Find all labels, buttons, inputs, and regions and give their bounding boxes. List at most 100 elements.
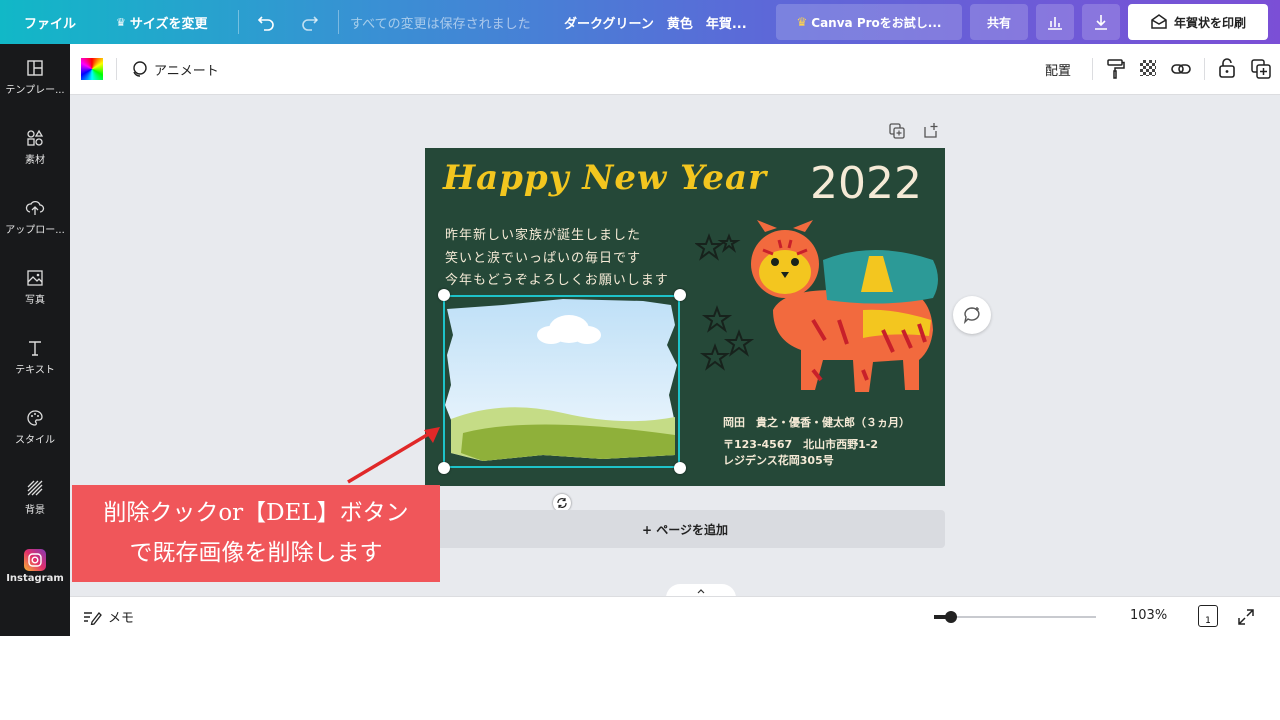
share-button[interactable]: 共有: [970, 4, 1028, 40]
sidebar: テンプレー... 素材 アップロー... 写真 テキスト スタイル 背景 Ins…: [0, 44, 70, 636]
divider: [1204, 58, 1205, 80]
color-picker-button[interactable]: [81, 58, 103, 80]
palette-icon: [24, 407, 46, 429]
lock-icon: [1219, 58, 1235, 78]
duplicate-page-icon: [889, 123, 905, 139]
add-page-button[interactable]: + ページを追加: [425, 510, 945, 548]
add-comment-button[interactable]: [953, 296, 991, 334]
tiger-illustration: [751, 220, 938, 392]
selection-box: [443, 295, 680, 468]
text-icon: [24, 337, 46, 359]
instruction-callout: 削除クックor【DEL】ボタン で既存画像を削除します: [72, 485, 440, 582]
sidebar-item-templates[interactable]: テンプレー...: [0, 46, 70, 106]
resize-handle[interactable]: [674, 462, 686, 474]
sidebar-item-label: 素材: [25, 154, 45, 166]
divider: [116, 58, 117, 80]
paint-roller-icon: [1107, 59, 1125, 79]
save-status-text: すべての変更は保存されました: [350, 16, 531, 32]
try-pro-button[interactable]: ♛ Canva Proをお試し...: [776, 4, 962, 40]
print-card-button[interactable]: 年賀状を印刷: [1128, 4, 1268, 40]
undo-button[interactable]: [256, 0, 276, 44]
sidebar-item-styles[interactable]: スタイル: [0, 396, 70, 456]
annotation-arrow: [347, 427, 440, 484]
sidebar-item-label: 写真: [25, 294, 45, 306]
page-count-label: 1: [1205, 616, 1211, 626]
comment-icon: [963, 307, 980, 325]
callout-line: で既存画像を削除します: [129, 540, 383, 566]
building-address[interactable]: レジデンス花岡305号: [723, 452, 834, 468]
notes-icon: [84, 611, 102, 625]
crown-icon: ♛: [796, 15, 808, 29]
add-page-label: + ページを追加: [642, 522, 728, 537]
arrange-label: 配置: [1045, 63, 1072, 79]
elements-icon: [24, 127, 46, 149]
message-line[interactable]: 今年もどうぞよろしくお願いします: [445, 269, 669, 288]
paint-format-button[interactable]: [1106, 58, 1126, 84]
fullscreen-button[interactable]: [1236, 607, 1256, 631]
link-button[interactable]: [1170, 58, 1192, 84]
greeting-text[interactable]: Happy New Year: [443, 158, 767, 198]
sidebar-item-photos[interactable]: 写真: [0, 256, 70, 316]
animate-label: アニメート: [154, 63, 219, 79]
crown-icon: ♛: [116, 15, 126, 29]
chart-icon: [1048, 17, 1062, 30]
instagram-icon: [24, 548, 46, 571]
share-label: 共有: [986, 15, 1011, 30]
lock-button[interactable]: [1218, 57, 1236, 83]
animate-button[interactable]: アニメート: [130, 56, 219, 82]
zoom-level[interactable]: 103%: [1130, 608, 1167, 623]
divider: [338, 10, 339, 34]
resize-label: サイズを変更: [129, 16, 208, 32]
zoom-slider-knob[interactable]: [945, 611, 957, 623]
sender-names[interactable]: 岡田 貴之・優香・健太郎（３ヵ月）: [723, 414, 910, 430]
sidebar-item-background[interactable]: 背景: [0, 466, 70, 526]
sidebar-item-text[interactable]: テキスト: [0, 326, 70, 386]
template-icon: [24, 57, 46, 79]
file-menu[interactable]: ファイル: [24, 0, 76, 44]
photo-icon: [24, 267, 46, 289]
animate-icon: [133, 61, 147, 77]
sidebar-item-label: テンプレー...: [5, 84, 65, 96]
try-pro-label: Canva Proをお試し...: [811, 15, 942, 30]
add-page-icon-button[interactable]: [922, 121, 940, 143]
document-title-text: ダークグリーン 黄色 年賀...: [564, 16, 747, 32]
bottom-bar: メモ 103% 1: [70, 596, 1280, 636]
duplicate-icon: [1251, 59, 1271, 79]
divider: [238, 10, 239, 34]
background-icon: [24, 477, 46, 499]
print-card-label: 年賀状を印刷: [1173, 15, 1246, 30]
resize-button[interactable]: ♛ サイズを変更: [116, 0, 208, 44]
save-status: すべての変更は保存されました: [350, 0, 531, 44]
expand-icon: [1238, 609, 1254, 625]
print-icon: [1151, 14, 1167, 29]
sidebar-item-uploads[interactable]: アップロー...: [0, 186, 70, 246]
document-title[interactable]: ダークグリーン 黄色 年賀...: [564, 0, 747, 44]
insights-button[interactable]: [1036, 4, 1074, 40]
sidebar-item-elements[interactable]: 素材: [0, 116, 70, 176]
sidebar-item-instagram[interactable]: Instagram: [0, 536, 70, 596]
message-line[interactable]: 笑いと涙でいっぱいの毎日です: [445, 247, 641, 266]
postal-address[interactable]: 〒123-4567 北山市西野1-2: [723, 436, 878, 452]
sidebar-item-label: 背景: [25, 504, 45, 516]
download-icon: [1095, 15, 1107, 30]
add-page-icon: [924, 123, 938, 138]
callout-line: 削除クックor【DEL】ボタン: [103, 500, 409, 526]
sidebar-item-label: アップロー...: [5, 224, 65, 236]
download-button[interactable]: [1082, 4, 1120, 40]
divider: [1092, 58, 1093, 80]
transparency-button[interactable]: [1140, 60, 1156, 76]
resize-handle[interactable]: [674, 289, 686, 301]
year-text[interactable]: 2022: [810, 158, 922, 209]
resize-handle[interactable]: [438, 289, 450, 301]
message-line[interactable]: 昨年新しい家族が誕生しました: [445, 224, 641, 243]
redo-button[interactable]: [300, 0, 320, 44]
page-count-button[interactable]: 1: [1198, 605, 1218, 627]
undo-icon: [257, 16, 274, 31]
duplicate-button[interactable]: [1250, 58, 1272, 84]
zoom-slider[interactable]: [934, 611, 1096, 623]
rotate-icon: [557, 498, 567, 508]
duplicate-page-button[interactable]: [888, 122, 906, 144]
notes-button[interactable]: メモ: [82, 607, 134, 626]
arrange-button[interactable]: 配置: [1045, 56, 1071, 82]
upload-icon: [24, 197, 46, 219]
